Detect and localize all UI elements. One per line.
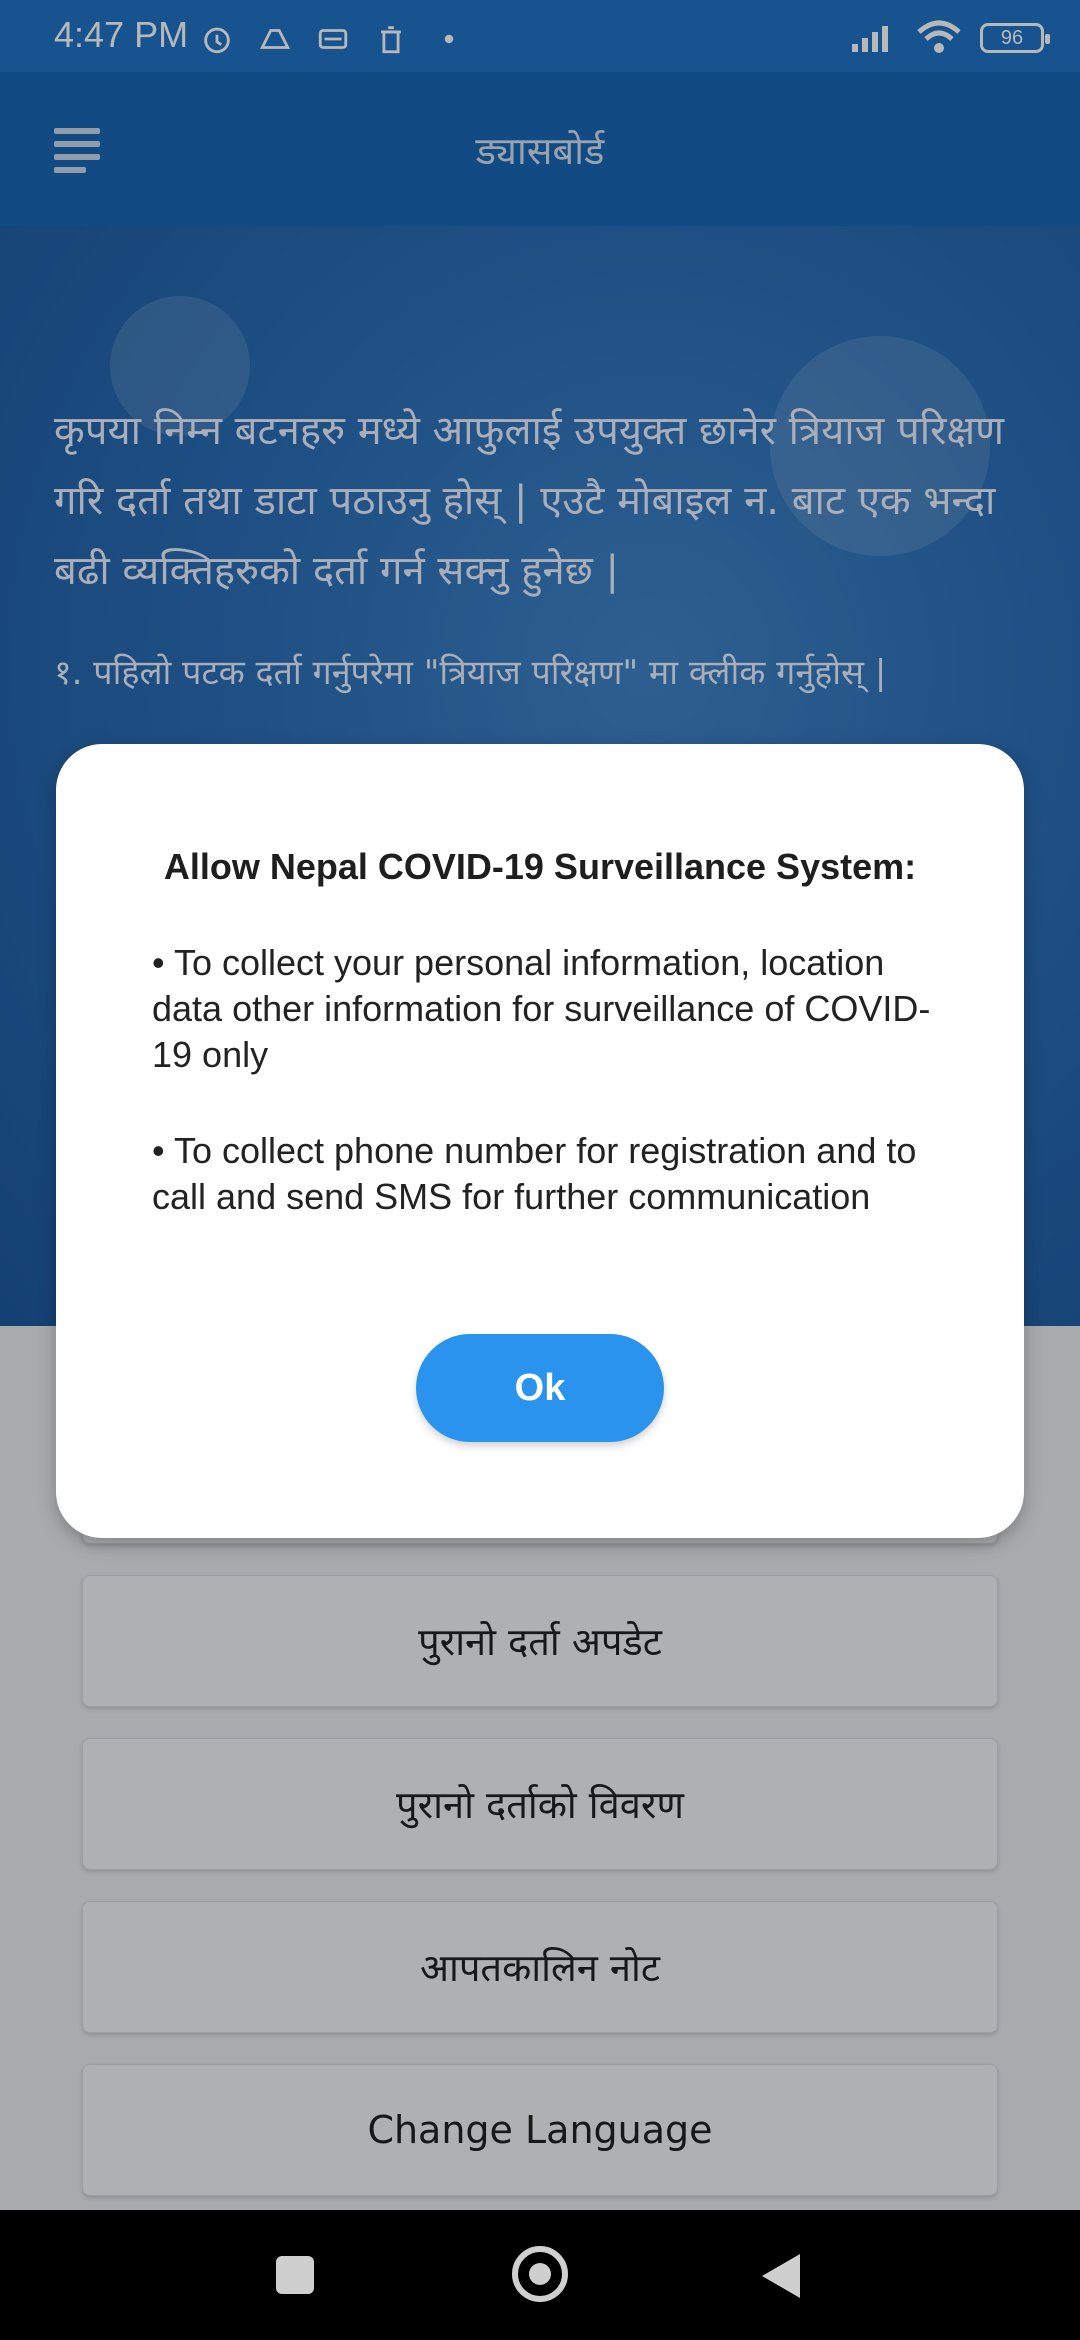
dialog-bullet-phone-number: • To collect phone number for registrati… <box>152 1130 917 1217</box>
ok-button[interactable]: Ok <box>416 1334 664 1442</box>
navigation-bar <box>0 2210 1080 2340</box>
dialog-title: Allow Nepal COVID-19 Surveillance System… <box>163 846 917 887</box>
dialog-bullet-personal-info: • To collect your personal information, … <box>152 942 931 1075</box>
recents-icon[interactable] <box>276 2256 314 2294</box>
home-icon[interactable] <box>512 2246 568 2302</box>
back-icon[interactable] <box>762 2254 800 2298</box>
permission-dialog: Allow Nepal COVID-19 Surveillance System… <box>56 744 1024 1538</box>
